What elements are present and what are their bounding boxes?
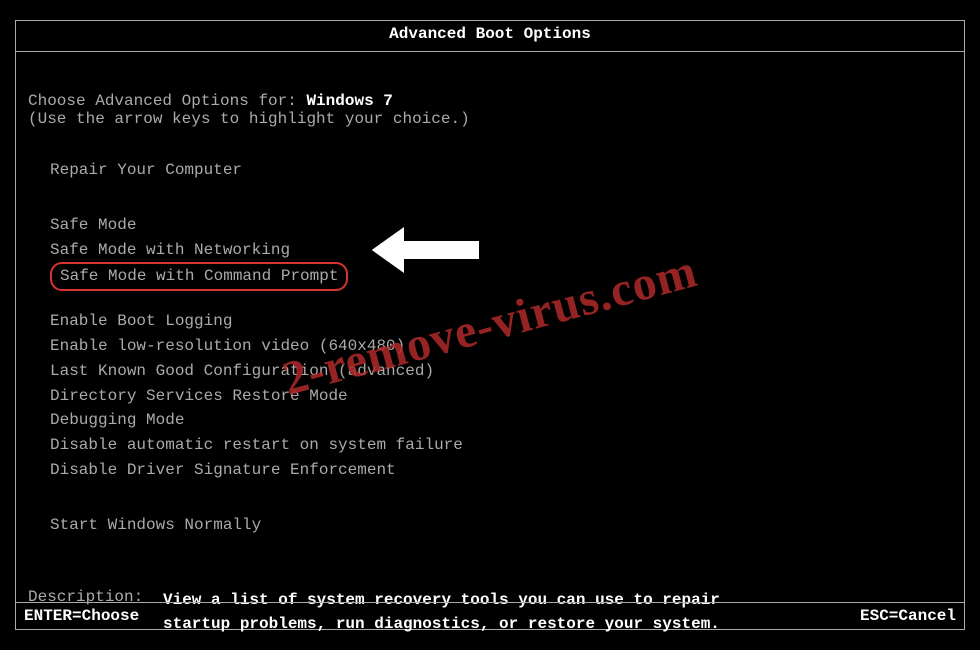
advanced-section: Enable Boot Logging Enable low-resolutio… — [50, 309, 952, 483]
choose-line: Choose Advanced Options for: Windows 7 — [28, 92, 952, 110]
option-low-res[interactable]: Enable low-resolution video (640x480) — [50, 334, 952, 359]
title-bar: Advanced Boot Options — [16, 21, 964, 52]
content-area: Choose Advanced Options for: Windows 7 (… — [16, 92, 964, 637]
repair-section: Repair Your Computer — [50, 158, 952, 183]
option-debug[interactable]: Debugging Mode — [50, 408, 952, 433]
option-no-auto-restart[interactable]: Disable automatic restart on system fail… — [50, 433, 952, 458]
option-lkgc[interactable]: Last Known Good Configuration (advanced) — [50, 359, 952, 384]
boot-screen: Advanced Boot Options Choose Advanced Op… — [15, 20, 965, 630]
start-normal-section: Start Windows Normally — [50, 513, 952, 538]
option-safe-mode[interactable]: Safe Mode — [50, 213, 952, 238]
choose-prefix: Choose Advanced Options for: — [28, 92, 306, 110]
option-dsrm[interactable]: Directory Services Restore Mode — [50, 384, 952, 409]
option-no-sig[interactable]: Disable Driver Signature Enforcement — [50, 458, 952, 483]
safe-mode-section: Safe Mode Safe Mode with Networking Safe… — [50, 213, 952, 291]
hint-line: (Use the arrow keys to highlight your ch… — [28, 110, 952, 128]
highlighted-option-wrap: Safe Mode with Command Prompt — [50, 262, 348, 291]
option-boot-logging[interactable]: Enable Boot Logging — [50, 309, 952, 334]
option-safe-mode-cmd[interactable]: Safe Mode with Command Prompt — [50, 262, 348, 291]
footer-bar: ENTER=Choose ESC=Cancel — [16, 602, 964, 629]
title-text: Advanced Boot Options — [389, 25, 591, 43]
os-name: Windows 7 — [306, 92, 392, 110]
option-safe-mode-networking[interactable]: Safe Mode with Networking — [50, 238, 952, 263]
option-repair[interactable]: Repair Your Computer — [50, 158, 952, 183]
footer-enter: ENTER=Choose — [24, 607, 139, 625]
footer-esc: ESC=Cancel — [860, 607, 956, 625]
option-start-normal[interactable]: Start Windows Normally — [50, 513, 952, 538]
